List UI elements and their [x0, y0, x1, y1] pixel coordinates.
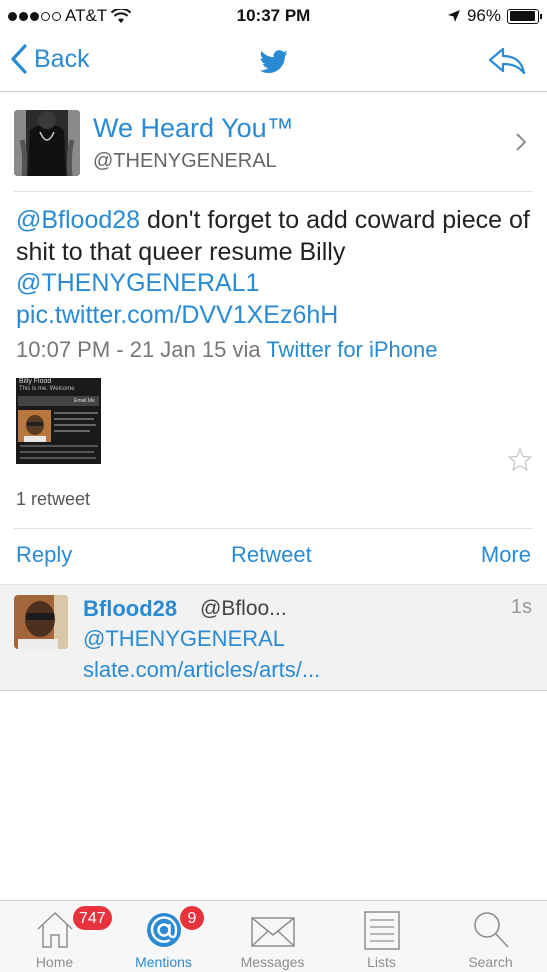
battery-icon — [507, 8, 542, 24]
back-button[interactable]: Back — [10, 44, 90, 74]
author-display-name: We Heard You™ — [93, 113, 294, 143]
tab-label: Lists — [367, 954, 396, 970]
author-handle: @THENYGENERAL — [93, 150, 277, 172]
media-link[interactable]: pic.twitter.com/DVV1XEz6hH — [16, 301, 338, 329]
mentions-badge: 9 — [179, 905, 205, 931]
tab-label: Mentions — [135, 954, 192, 970]
favorite-star-icon[interactable] — [508, 448, 532, 476]
battery-percent: 96% — [466, 6, 501, 25]
tab-bar: 747 Home 9 Mentions Messages Lists Searc… — [0, 900, 547, 972]
tweet-timestamp: 10:07 PM - 21 Jan 15 via — [16, 337, 267, 362]
tab-messages[interactable]: Messages — [218, 901, 327, 972]
source-link[interactable]: Twitter for iPhone — [266, 337, 437, 362]
search-icon — [473, 912, 509, 948]
reply-icon[interactable] — [487, 46, 527, 81]
tab-label: Home — [35, 954, 74, 970]
tab-home[interactable]: 747 Home — [0, 901, 113, 972]
mention-link[interactable]: @THENYGENERAL1 — [16, 269, 260, 297]
tab-label: Messages — [240, 954, 305, 970]
tweet-meta: 10:07 PM - 21 Jan 15 via Twitter for iPh… — [16, 337, 438, 363]
reply-link[interactable]: slate.com/articles/arts/... — [83, 657, 320, 683]
back-label: Back — [34, 44, 90, 73]
mention-link[interactable]: @Bflood28 — [16, 206, 140, 234]
divider — [14, 191, 533, 192]
media-subtitle: This is me. Welcome — [19, 386, 75, 392]
reply-button[interactable]: Reply — [16, 542, 72, 568]
home-icon — [36, 911, 73, 948]
status-right: 96% — [447, 6, 542, 26]
media-title: Billy Flood — [19, 378, 52, 385]
media-photo — [18, 410, 51, 442]
tweet-author[interactable]: We Heard You™ @THENYGENERAL — [14, 108, 533, 190]
chevron-left-icon — [11, 44, 27, 74]
reply-author-name: Bflood28 — [83, 596, 178, 621]
media-thumbnail[interactable]: Billy Flood This is me. Welcome Email Me — [16, 378, 101, 464]
home-badge: 747 — [72, 905, 113, 931]
retweet-button[interactable]: Retweet — [231, 542, 312, 568]
tweet-actions: Reply Retweet More — [0, 528, 547, 583]
reply-time: 1s — [510, 596, 532, 618]
location-arrow-icon — [447, 10, 460, 22]
media-button: Email Me — [74, 398, 95, 404]
at-sign-icon — [146, 913, 181, 947]
tab-lists[interactable]: Lists — [327, 901, 436, 972]
envelope-icon — [250, 917, 295, 947]
tab-mentions[interactable]: 9 Mentions — [109, 901, 218, 972]
list-icon — [363, 911, 400, 950]
reply-avatar[interactable] — [14, 595, 68, 649]
navigation-bar: Back — [0, 34, 547, 92]
tweet-text: @Bflood28 don't forget to add coward pie… — [16, 205, 531, 331]
reply-author-handle: @Bfloo... — [200, 597, 287, 620]
reply-mention[interactable]: @THENYGENERAL — [83, 626, 285, 652]
tab-search[interactable]: Search — [436, 901, 545, 972]
more-button[interactable]: More — [481, 542, 531, 568]
retweet-count[interactable]: 1 retweet — [16, 489, 90, 510]
reply-tweet[interactable]: Bflood28 @Bfloo... 1s @THENYGENERAL slat… — [0, 584, 547, 691]
chevron-right-icon — [515, 132, 527, 157]
author-avatar[interactable] — [14, 110, 80, 176]
twitter-bird-icon — [259, 50, 289, 79]
tab-label: Search — [468, 954, 513, 970]
status-bar: AT&T 10:37 PM 96% — [0, 0, 547, 34]
